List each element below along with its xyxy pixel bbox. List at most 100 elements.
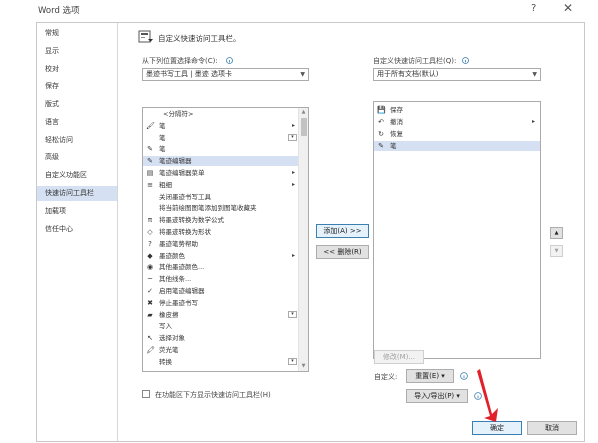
remove-button[interactable]: << 删除(R) [316,245,369,259]
sidebar-item[interactable]: 版式 [37,97,117,112]
command-icon: π [147,216,153,225]
command-icon: ◇ [147,228,153,236]
command-icon: ✎ [147,145,153,154]
list-item[interactable]: 将当前绘图图笔添加到图笔收藏夹 [143,203,300,213]
scroll-thumb[interactable] [301,118,307,136]
scrollbar[interactable]: ▲ ▼ [298,108,308,371]
sidebar-item[interactable]: 信任中心 [37,222,117,237]
list-item-label: 写入 [159,322,172,331]
sidebar: 常规显示校对保存版式语言轻松访问高级自定义功能区 快速访问工具栏 加载项信任中心 [37,23,118,441]
command-icon [146,204,154,212]
list-item[interactable]: ✎ 笔迹编辑器 [143,156,300,167]
scroll-down-icon[interactable]: ▼ [299,362,308,371]
scroll-up-icon[interactable]: ▲ [299,108,308,117]
list-item-label: 粗细 [159,180,172,189]
sidebar-item[interactable]: 保存 [37,79,117,94]
list-item-label: 关闭墨迹书写工具 [159,192,211,201]
choose-commands-label: 从下列位置选择命令(C): [142,57,218,65]
page-title: 自定义快速访问工具栏。 [158,34,241,43]
choose-commands-dropdown[interactable]: 墨迹书写工具 | 墨迹 选项卡 ▼ [142,68,309,81]
info-icon [460,372,468,380]
chevron-down-icon: ▼ [532,71,537,78]
command-icon: ◉ [146,263,154,272]
list-item[interactable]: 🖍 荧光笔 [143,345,300,355]
list-item[interactable]: ▰ 橡皮擦 ▾ [143,310,300,320]
sidebar-item[interactable]: 显示 [37,44,117,59]
submenu-arrow-icon: ▸ [531,118,535,125]
toolbar-scope-dropdown[interactable]: 用于所有文档(默认) ▼ [373,68,541,81]
list-item[interactable]: 关闭墨迹书写工具 [143,192,300,202]
list-item-label: <分隔符> [163,110,194,118]
window-title: Word 选项 [38,6,80,16]
command-icon: 🖍 [146,346,155,354]
list-item[interactable]: ✎ 笔 [143,144,300,154]
sidebar-item[interactable]: 校对 [37,62,117,77]
move-down-button[interactable]: ▼ [550,245,563,257]
import-export-button[interactable]: 导入/导出(P) ▾ [406,389,468,403]
list-item-label: 转换 [159,357,172,366]
list-item[interactable]: ◇ 将墨迹转换为形状 [143,227,300,237]
toolbar-commands-list[interactable]: 💾 保存 ↶ 撤消 ▸ ↻ 恢复 ✎ 笔 [373,101,541,359]
command-icon: ◆ [147,251,153,260]
available-commands-list[interactable]: <分隔符> 🖌 笔 ▸ 笔 ▾ ✎ 笔 ✎ 笔迹编辑器 ▤ 笔迹编辑器菜单 ▸ ≡ 粗细 ▸ 关闭墨迹书写工具将… [142,107,309,372]
list-item[interactable]: ▤ 笔迹编辑器菜单 ▸ [143,168,300,178]
list-item[interactable]: ─ 其他线条... [143,274,300,284]
show-below-ribbon-checkbox[interactable] [142,390,150,398]
main-content: 自定义快速访问工具栏。 从下列位置选择命令(C): 墨迹书写工具 | 墨迹 选项… [118,23,584,441]
dropdown-indicator-icon: ▾ [288,357,297,365]
sidebar-item[interactable]: 自定义功能区 [37,168,117,183]
list-item[interactable]: 转换 ▾ [143,357,300,367]
command-icon: ? [148,239,152,248]
cancel-button[interactable]: 取消 [527,421,577,435]
list-item-label: 笔 [390,142,397,150]
list-item[interactable]: 写入 [143,321,300,331]
command-icon: ✎ [147,157,153,166]
command-icon [146,193,154,201]
add-button[interactable]: 添加(A) >> [316,224,369,238]
list-item-label: 笔迹编辑器 [159,157,192,166]
command-icon: ✖ [147,298,153,307]
list-item[interactable]: 💾 保存 [374,105,540,115]
list-item[interactable]: ↻ 恢复 [374,129,540,139]
sidebar-item[interactable]: 加载项 [37,204,117,219]
list-item[interactable]: ✓ 启用笔迹编辑器 [143,286,300,296]
list-item[interactable]: ↶ 撤消 ▸ [374,117,540,127]
list-item[interactable]: π 将墨迹转换为数学公式 [143,215,300,225]
list-item[interactable]: <分隔符> [143,109,300,119]
command-icon: ▤ [146,169,154,177]
command-icon [146,134,154,142]
annotation-arrow-icon [477,369,498,422]
list-item[interactable]: ◆ 墨迹颜色 ▸ [143,251,300,261]
list-item[interactable]: 笔 ▾ [143,133,300,143]
list-item-label: 笔 [159,121,166,130]
list-item[interactable]: ◉ 其他墨迹颜色... [143,262,300,272]
list-item[interactable]: ↖ 选择对象 [143,333,300,343]
list-item-label: 启用笔迹编辑器 [159,287,205,295]
reset-button[interactable]: 重置(E) ▾ [406,369,454,383]
submenu-arrow-icon: ▸ [291,251,295,259]
command-icon: ↖ [147,334,153,343]
sidebar-item[interactable]: 常规 [37,26,117,41]
help-icon[interactable]: ? [531,3,536,14]
list-item[interactable]: ✎ 笔 [374,141,540,151]
sidebar-item[interactable]: 轻松访问 [37,133,117,148]
sidebar-item[interactable]: 语言 [37,115,117,130]
sidebar-item[interactable]: 快速访问工具栏 [37,186,117,201]
command-icon: 💾 [377,106,386,114]
list-item[interactable]: 🖌 笔 ▸ [143,121,300,131]
move-up-button[interactable]: ▲ [550,227,563,239]
title-bar [0,0,598,22]
list-item[interactable]: ? 墨迹笔势帮助 [143,239,300,249]
list-item-label: 保存 [390,106,403,114]
modify-button[interactable]: 修改(M)... [374,350,424,364]
close-icon[interactable]: ✕ [563,1,573,15]
command-icon: 🖌 [146,121,155,130]
list-item[interactable]: ≡ 粗细 ▸ [143,180,300,190]
submenu-arrow-icon: ▸ [291,180,295,188]
dropdown-indicator-icon: ▾ [288,310,297,318]
sidebar-item[interactable]: 高级 [37,150,117,165]
list-item-label: 墨迹笔势帮助 [159,239,198,248]
list-item[interactable]: ✖ 停止墨迹书写 [143,298,300,308]
command-icon: ─ [147,275,153,284]
customize-label: 自定义: [374,373,398,381]
